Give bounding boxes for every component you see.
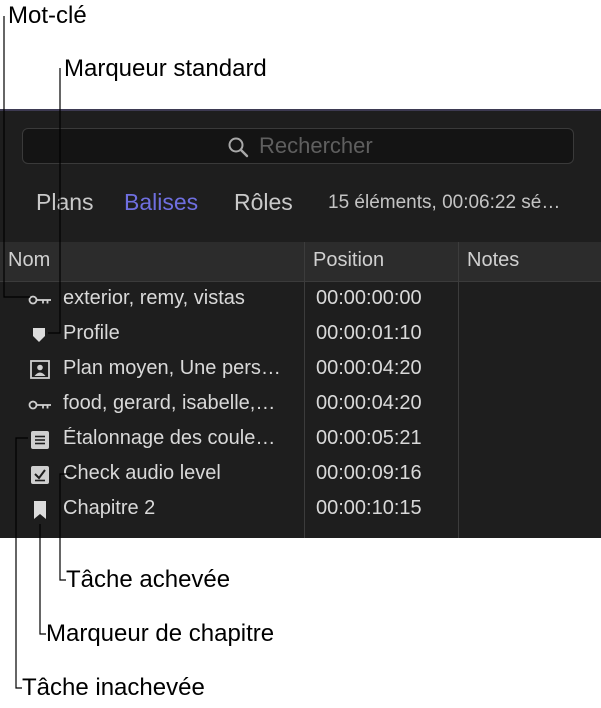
row-position: 00:00:10:15 bbox=[316, 497, 422, 519]
row-position: 00:00:09:16 bbox=[316, 462, 422, 484]
tags-browser-panel: Plans Balises Rôles 15 éléments, 00:06:2… bbox=[0, 109, 601, 538]
completed-task-icon bbox=[31, 466, 49, 484]
table-row[interactable]: Étalonnage des coule… 00:00:05:21 bbox=[0, 422, 601, 457]
keyword-icon bbox=[28, 400, 51, 410]
row-position: 00:00:01:10 bbox=[316, 322, 422, 344]
callout-chapter-marker: Marqueur de chapitre bbox=[46, 620, 275, 647]
table-row[interactable]: Check audio level 00:00:09:16 bbox=[0, 457, 601, 492]
tab-balises[interactable]: Balises bbox=[124, 189, 198, 216]
callout-completed-task: Tâche achevée bbox=[66, 566, 231, 593]
row-name: Plan moyen, Une pers… bbox=[63, 357, 281, 379]
keyword-icon bbox=[28, 295, 51, 305]
table-row[interactable]: exterior, remy, vistas 00:00:00:00 bbox=[0, 282, 601, 317]
column-header-position[interactable]: Position bbox=[313, 249, 384, 272]
column-header-notes[interactable]: Notes bbox=[467, 249, 519, 272]
chapter-marker-icon bbox=[34, 501, 46, 519]
incomplete-task-icon bbox=[31, 431, 49, 449]
row-name: exterior, remy, vistas bbox=[63, 287, 245, 309]
table-row[interactable]: Plan moyen, Une pers… 00:00:04:20 bbox=[0, 352, 601, 387]
callout-keyword: Mot-clé bbox=[8, 2, 87, 29]
callout-standard-marker: Marqueur standard bbox=[64, 55, 267, 82]
row-position: 00:00:04:20 bbox=[316, 357, 422, 379]
row-position: 00:00:04:20 bbox=[316, 392, 422, 414]
table-row[interactable]: Chapitre 2 00:00:10:15 bbox=[0, 492, 601, 527]
column-header-name[interactable]: Nom bbox=[8, 249, 50, 272]
standard-marker-icon bbox=[33, 328, 45, 342]
row-position: 00:00:00:00 bbox=[316, 287, 422, 309]
table-row[interactable]: food, gerard, isabelle,… 00:00:04:20 bbox=[0, 387, 601, 422]
table-header: Nom Position Notes bbox=[0, 242, 601, 282]
tab-roles[interactable]: Rôles bbox=[234, 189, 293, 216]
person-frame-icon bbox=[30, 360, 50, 379]
search-field[interactable] bbox=[22, 128, 574, 164]
row-position: 00:00:05:21 bbox=[316, 427, 422, 449]
magnifier-icon bbox=[228, 137, 249, 158]
row-name: Chapitre 2 bbox=[63, 497, 156, 519]
table-row[interactable]: Profile 00:00:01:10 bbox=[0, 317, 601, 352]
items-summary: 15 éléments, 00:06:22 sé… bbox=[328, 192, 561, 213]
row-name: Profile bbox=[63, 322, 120, 344]
search-input[interactable] bbox=[259, 133, 559, 159]
row-name: Check audio level bbox=[63, 462, 221, 484]
callout-incomplete-task: Tâche inachevée bbox=[22, 674, 205, 701]
row-name: Étalonnage des coule… bbox=[63, 427, 276, 449]
row-name: food, gerard, isabelle,… bbox=[63, 392, 276, 414]
tab-plans[interactable]: Plans bbox=[36, 189, 94, 216]
